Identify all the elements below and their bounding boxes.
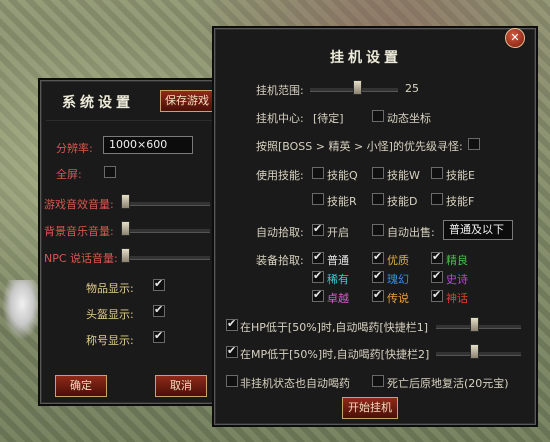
title-display-checkbox[interactable]: [153, 329, 165, 343]
background-character: [2, 280, 42, 340]
divider: [46, 120, 214, 121]
revive-label: 死亡后原地复活(20元宝): [387, 377, 509, 390]
close-icon[interactable]: ✕: [505, 28, 525, 48]
skill-r-checkbox[interactable]: [312, 193, 324, 205]
bgm-volume-track[interactable]: [122, 228, 210, 233]
priority-label: 按照[BOSS > 精英 > 小怪]的优先级寻怪:: [256, 140, 463, 153]
quality-checkbox[interactable]: [312, 269, 324, 283]
fullscreen-checkbox[interactable]: [104, 166, 116, 178]
npc-volume-thumb[interactable]: [121, 248, 130, 263]
quality-checkbox[interactable]: [431, 269, 443, 283]
equip-pickup-label: 装备拾取:: [256, 254, 304, 267]
item-display-label: 物品显示:: [86, 282, 134, 295]
sfx-volume-thumb[interactable]: [121, 194, 130, 209]
resolution-label: 分辨率:: [56, 142, 93, 155]
item-display-checkbox[interactable]: [153, 277, 165, 291]
range-label: 挂机范围:: [256, 84, 304, 97]
mp-potion-label: 在MP低于[50%]时,自动喝药[快捷栏2]: [240, 348, 430, 361]
auto-sell-label: 自动出售:: [387, 226, 435, 239]
quality-label: 传说: [387, 292, 409, 305]
cancel-button[interactable]: 取消: [155, 375, 207, 397]
quality-label: 史诗: [446, 273, 468, 286]
quality-label: 神话: [446, 292, 468, 305]
skill-q-label: 技能Q: [327, 169, 358, 182]
quality-label: 优质: [387, 254, 409, 267]
hp-potion-label: 在HP低于[50%]时,自动喝药[快捷栏1]: [240, 321, 429, 334]
dynamic-coord-label: 动态坐标: [387, 112, 431, 125]
quality-label: 稀有: [327, 273, 349, 286]
mp-threshold-thumb[interactable]: [470, 344, 479, 359]
start-hangup-button[interactable]: 开始挂机: [342, 397, 398, 419]
sfx-volume-label: 游戏音效音量:: [44, 198, 114, 211]
auto-pickup-checkbox[interactable]: [312, 222, 324, 236]
skill-d-label: 技能D: [387, 195, 418, 208]
quality-checkbox[interactable]: [312, 250, 324, 264]
bgm-volume-thumb[interactable]: [121, 221, 130, 236]
quality-label: 瑰幻: [387, 273, 409, 286]
fullscreen-label: 全屏:: [56, 168, 82, 181]
mp-potion-checkbox[interactable]: [226, 344, 238, 358]
quality-checkbox[interactable]: [431, 288, 443, 302]
resolution-select[interactable]: 1000×600: [103, 136, 193, 154]
non-hangup-potion-label: 非挂机状态也自动喝药: [240, 377, 350, 390]
center-value: [待定]: [313, 112, 344, 125]
hangup-settings-title: 挂机设置: [330, 50, 402, 66]
head-display-checkbox[interactable]: [153, 303, 165, 317]
hp-potion-checkbox[interactable]: [226, 317, 238, 331]
skill-w-label: 技能W: [387, 169, 420, 182]
bgm-volume-label: 背景音乐音量:: [44, 225, 114, 238]
save-game-button[interactable]: 保存游戏: [160, 90, 214, 112]
revive-checkbox[interactable]: [372, 375, 384, 387]
pickup-on-label: 开启: [327, 226, 349, 239]
quality-checkbox[interactable]: [312, 288, 324, 302]
sfx-volume-track[interactable]: [122, 201, 210, 206]
skill-e-label: 技能E: [446, 169, 475, 182]
skill-q-checkbox[interactable]: [312, 167, 324, 179]
quality-checkbox[interactable]: [372, 288, 384, 302]
skill-w-checkbox[interactable]: [372, 167, 384, 179]
quality-checkbox[interactable]: [372, 250, 384, 264]
auto-sell-checkbox[interactable]: [372, 224, 384, 236]
npc-volume-label: NPC 说话音量:: [44, 252, 118, 265]
auto-sell-select[interactable]: 普通及以下: [443, 220, 513, 240]
range-thumb[interactable]: [353, 80, 362, 95]
skill-r-label: 技能R: [327, 195, 357, 208]
center-label: 挂机中心:: [256, 112, 304, 125]
title-display-label: 称号显示:: [86, 334, 134, 347]
quality-checkbox[interactable]: [372, 269, 384, 283]
system-settings-panel: [40, 80, 222, 404]
skill-e-checkbox[interactable]: [431, 167, 443, 179]
non-hangup-potion-checkbox[interactable]: [226, 375, 238, 387]
head-display-label: 头盔显示:: [86, 308, 134, 321]
npc-volume-track[interactable]: [122, 255, 210, 260]
quality-label: 卓越: [327, 292, 349, 305]
auto-pickup-label: 自动拾取:: [256, 226, 304, 239]
skill-d-checkbox[interactable]: [372, 193, 384, 205]
skill-f-checkbox[interactable]: [431, 193, 443, 205]
confirm-button[interactable]: 确定: [55, 375, 107, 397]
dynamic-coord-checkbox[interactable]: [372, 110, 384, 122]
skill-f-label: 技能F: [446, 195, 475, 208]
quality-label: 精良: [446, 254, 468, 267]
hp-threshold-thumb[interactable]: [470, 317, 479, 332]
priority-checkbox[interactable]: [468, 138, 480, 150]
system-settings-title: 系统设置: [62, 95, 134, 111]
quality-label: 普通: [327, 254, 349, 267]
quality-checkbox[interactable]: [431, 250, 443, 264]
range-value: 25: [405, 82, 419, 95]
use-skill-label: 使用技能:: [256, 169, 304, 182]
